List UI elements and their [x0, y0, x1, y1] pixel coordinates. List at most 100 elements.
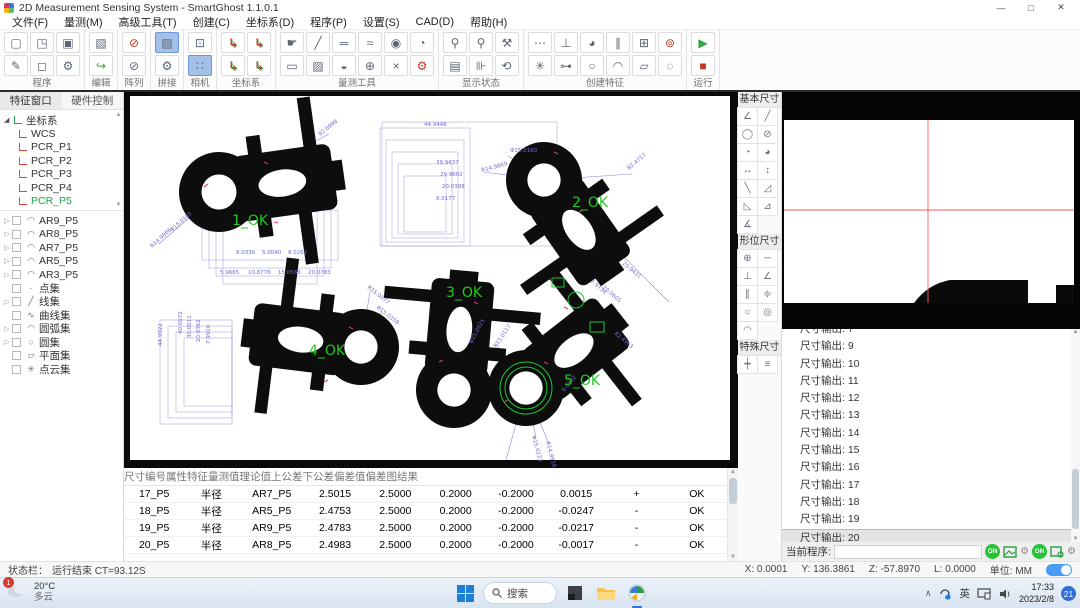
- dim-angle2-icon[interactable]: ◺: [737, 197, 758, 216]
- table-header-cell[interactable]: 结果: [397, 469, 418, 484]
- tray-chevron-icon[interactable]: ∧: [925, 588, 932, 599]
- coordsys-offset-icon[interactable]: ↳: [221, 55, 245, 76]
- tree-item-circle-set[interactable]: ▷ ○ 圆集: [0, 336, 123, 350]
- taskbar-search[interactable]: 搜索: [483, 582, 557, 604]
- measure-region-icon[interactable]: ▨: [306, 55, 330, 76]
- stitch-settings-icon[interactable]: ⚙: [155, 55, 179, 76]
- output-on-toggle[interactable]: ON: [985, 544, 1000, 559]
- dim-point-point-icon[interactable]: ∠: [737, 107, 758, 126]
- tree-item-ar8-p5[interactable]: ▷ ◠ AR8_P5: [0, 228, 123, 242]
- tree-item-plane-set[interactable]: ▱ 平面集: [0, 349, 123, 363]
- tree-item-curve-set[interactable]: ∿ 曲线集: [0, 309, 123, 323]
- expand-arrow-icon[interactable]: ▷: [2, 338, 12, 346]
- dim-angle3-icon[interactable]: ⊿: [757, 197, 778, 216]
- menu-item[interactable]: 程序(P): [302, 14, 355, 30]
- create-arc-icon[interactable]: ◠: [606, 55, 630, 76]
- current-program-input[interactable]: [834, 545, 982, 559]
- expand-arrow-icon[interactable]: ▷: [2, 271, 12, 279]
- gd-profile-icon[interactable]: ◠: [737, 321, 758, 340]
- visibility-checkbox[interactable]: [12, 284, 21, 293]
- dim-width-v-icon[interactable]: ↕: [757, 161, 778, 180]
- tree-root-coordsys[interactable]: ◢ 坐标系: [4, 113, 113, 127]
- ime-indicator[interactable]: 英: [959, 586, 970, 601]
- expand-arrow-icon[interactable]: ▷: [2, 257, 12, 265]
- dim-diameter-icon[interactable]: ⊘: [757, 125, 778, 144]
- probe-visibility-icon[interactable]: ⚲: [443, 32, 467, 53]
- image-view-icon[interactable]: ▤: [443, 55, 467, 76]
- stitch-image-icon[interactable]: ▧: [155, 32, 179, 53]
- output-list-item[interactable]: 尺寸输出: 19: [800, 511, 1080, 528]
- run-button[interactable]: ▶: [691, 32, 715, 53]
- image-annotate-icon[interactable]: ▧: [89, 32, 113, 53]
- tree-item-pcr-p4[interactable]: PCR_P4: [4, 181, 113, 195]
- tree-item-ar3-p5[interactable]: ▷ ◠ AR3_P5: [0, 268, 123, 282]
- output-list-item[interactable]: 尺寸输出: 9: [800, 338, 1080, 355]
- measure-circle-icon[interactable]: ◉: [384, 32, 408, 53]
- new-program-icon[interactable]: ▢: [4, 32, 28, 53]
- output-list-item[interactable]: 尺寸输出: 18: [800, 494, 1080, 511]
- create-angle-icon[interactable]: ◕: [580, 32, 604, 53]
- menu-item[interactable]: 帮助(H): [462, 14, 515, 30]
- output-settings-icon[interactable]: ⚙: [1020, 546, 1029, 557]
- dim-width-h-icon[interactable]: ↔: [737, 161, 758, 180]
- visibility-checkbox[interactable]: [12, 216, 21, 225]
- sync-tray-icon[interactable]: [938, 587, 952, 600]
- tree-item-arc-set[interactable]: ▷ ◠ 圆弧集: [0, 322, 123, 336]
- create-point-icon[interactable]: ⋯: [528, 32, 552, 53]
- tree-item-ar5-p5[interactable]: ▷ ◠ AR5_P5: [0, 255, 123, 269]
- measure-config-icon[interactable]: ⚙: [410, 55, 434, 76]
- create-circle-icon[interactable]: ○: [580, 55, 604, 76]
- camera-view[interactable]: [782, 92, 1080, 329]
- tree-item-line-set[interactable]: ▷ ╱ 线集: [0, 295, 123, 309]
- table-header-cell[interactable]: 偏差图: [366, 469, 398, 484]
- visibility-checkbox[interactable]: [12, 270, 21, 279]
- gd-concentricity-icon[interactable]: ◎: [757, 303, 778, 322]
- chart-view-icon[interactable]: ⊪: [469, 55, 493, 76]
- speaker-icon[interactable]: [998, 588, 1012, 600]
- cad-canvas[interactable]: 82.0998 44.9446 39.9437 29.9602 20.0398 …: [124, 92, 738, 468]
- dim-angle1-icon[interactable]: ◿: [757, 179, 778, 198]
- visibility-checkbox[interactable]: [12, 311, 21, 320]
- table-header-cell[interactable]: 上公差: [271, 469, 303, 484]
- output-list-item[interactable]: 尺寸输出: 12: [800, 390, 1080, 407]
- capture-frame-icon[interactable]: ⊡: [188, 32, 212, 53]
- table-scrollbar[interactable]: ▲ ▼: [727, 468, 738, 561]
- stop-button[interactable]: ■: [691, 55, 715, 76]
- coordsys-plane-icon[interactable]: ↳: [247, 55, 271, 76]
- expand-arrow-icon[interactable]: ▷: [2, 325, 12, 333]
- table-header-cell[interactable]: 特征: [187, 469, 208, 484]
- sp-list-icon[interactable]: ≡: [757, 355, 778, 374]
- select-region-icon[interactable]: ◻: [30, 55, 54, 76]
- coordsys-create-icon[interactable]: ↳: [221, 32, 245, 53]
- menu-item[interactable]: 文件(F): [4, 14, 56, 30]
- dim-radius-icon[interactable]: ◔: [737, 143, 758, 162]
- output-list-item[interactable]: 尺寸输出: 17: [800, 477, 1080, 494]
- create-region-icon[interactable]: ⊚: [658, 32, 682, 53]
- pick-point-icon[interactable]: ☛: [280, 32, 304, 53]
- menu-item[interactable]: 高级工具(T): [111, 14, 185, 30]
- gd-parallelism-icon[interactable]: ∥: [737, 285, 758, 304]
- output-list-item[interactable]: 尺寸输出: 13: [800, 407, 1080, 424]
- unit-toggle[interactable]: [1046, 564, 1072, 576]
- expand-arrow-icon[interactable]: ▷: [2, 244, 12, 252]
- program-settings-icon[interactable]: ⚙: [56, 55, 80, 76]
- notification-badge[interactable]: 21: [1061, 586, 1076, 601]
- output-scrollbar[interactable]: ▲ ▼: [1071, 329, 1080, 542]
- sp-combined-icon[interactable]: ┿: [737, 355, 758, 374]
- gd-angularity-icon[interactable]: ∠: [757, 267, 778, 286]
- tree-item-pcr-p5[interactable]: PCR_P5: [4, 195, 113, 209]
- table-row[interactable]: 20_P5 半径 AR8_P5 2.4983 2.5000 0.2000 -0.…: [124, 537, 727, 554]
- table-header-cell[interactable]: 偏差值: [334, 469, 366, 484]
- tree-item-ar7-p5[interactable]: ▷ ◠ AR7_P5: [0, 241, 123, 255]
- tree-item-pcr-p3[interactable]: PCR_P3: [4, 168, 113, 182]
- report-settings-icon[interactable]: ⚙: [1067, 546, 1076, 557]
- expand-arrow-icon[interactable]: ▷: [2, 230, 12, 238]
- open-program-icon[interactable]: ◳: [30, 32, 54, 53]
- output-list-item[interactable]: 尺寸输出: 16: [800, 459, 1080, 476]
- menu-item[interactable]: 创建(C): [185, 14, 238, 30]
- tree-item-cloud-set[interactable]: ✳ 点云集: [0, 363, 123, 377]
- close-button[interactable]: ✕: [1046, 0, 1076, 15]
- create-midline-icon[interactable]: ⊶: [554, 55, 578, 76]
- table-header-cell[interactable]: 量测值: [208, 469, 240, 484]
- edit-program-icon[interactable]: ✎: [4, 55, 28, 76]
